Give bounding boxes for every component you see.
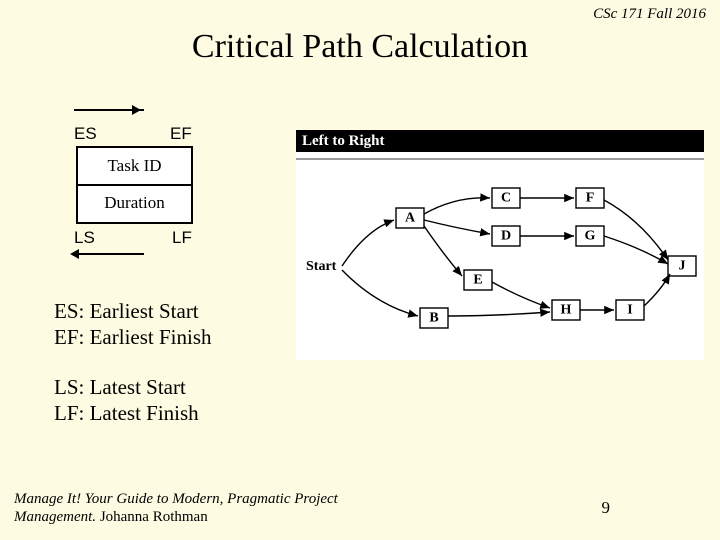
page-number: 9 (602, 498, 611, 518)
def-lf: LF: Latest Finish (54, 400, 199, 426)
node-d: D (492, 226, 520, 246)
node-e: E (464, 270, 492, 290)
diagram-svg: Start A B C D E F G H I J (296, 130, 704, 360)
duration-cell: Duration (78, 184, 191, 222)
svg-text:H: H (561, 303, 572, 318)
node-start: Start (306, 259, 337, 274)
svg-text:I: I (627, 303, 632, 318)
svg-text:D: D (501, 229, 511, 244)
svg-text:F: F (586, 191, 595, 206)
svg-text:C: C (501, 191, 511, 206)
node-c: C (492, 188, 520, 208)
course-header: CSc 171 Fall 2016 (593, 6, 706, 23)
definitions-bottom: LS: Latest Start LF: Latest Finish (54, 374, 199, 427)
label-ls: LS (74, 228, 95, 248)
def-ls: LS: Latest Start (54, 374, 199, 400)
svg-text:E: E (473, 273, 482, 288)
svg-text:B: B (429, 311, 438, 326)
svg-text:G: G (585, 229, 596, 244)
svg-text:J: J (679, 259, 686, 274)
arrow-forward-icon (74, 109, 144, 111)
node-g: G (576, 226, 604, 246)
definitions-top: ES: Earliest Start EF: Earliest Finish (54, 298, 212, 351)
label-ef: EF (170, 124, 192, 144)
footer-citation: Manage It! Your Guide to Modern, Pragmat… (14, 490, 394, 526)
node-b: B (420, 308, 448, 328)
task-id-cell: Task ID (78, 148, 191, 186)
label-es: ES (74, 124, 97, 144)
label-lf: LF (172, 228, 192, 248)
node-i: I (616, 300, 644, 320)
page-title: Critical Path Calculation (0, 28, 720, 66)
network-diagram: Left to Right Start A B C D E F G H I J (296, 130, 704, 360)
svg-text:A: A (405, 211, 416, 226)
arrow-backward-icon (74, 253, 144, 255)
node-j: J (668, 256, 696, 276)
node-a: A (396, 208, 424, 228)
def-ef: EF: Earliest Finish (54, 324, 212, 350)
task-box: Task ID Duration (76, 146, 193, 224)
def-es: ES: Earliest Start (54, 298, 212, 324)
node-h: H (552, 300, 580, 320)
node-f: F (576, 188, 604, 208)
footer-author: Johanna Rothman (96, 509, 208, 525)
